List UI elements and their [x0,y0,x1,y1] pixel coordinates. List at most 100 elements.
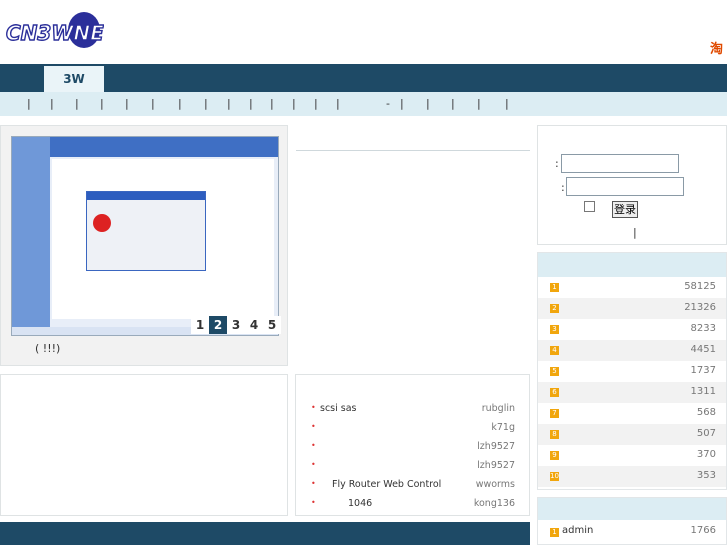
bullet-icon: • [311,498,316,507]
rank-value: 4451 [690,344,716,355]
bullet-icon: • [311,422,316,431]
subnav-separator: | [27,97,31,110]
login-links-divider: | [633,226,637,239]
subnav-separator: | [100,97,104,110]
ranking-row[interactable]: 10 353 [538,466,726,487]
post-item[interactable]: • lzh9527 [296,437,529,456]
ranking-row[interactable]: 3 8233 [538,319,726,340]
member-ranking-panel: 1 admin 1766 [537,497,727,545]
remember-checkbox[interactable] [584,201,595,212]
subnav-separator: | [50,97,54,110]
latest-posts-panel: • scsi sas rubglin • k71g • lzh9527 • lzh9527… [295,374,530,516]
post-title[interactable]: 1046 [348,498,372,509]
subnav-separator: | [270,97,274,110]
member-ranking-row[interactable]: 1 admin 1766 [538,520,726,544]
ranking-row[interactable]: 8 507 [538,424,726,445]
rank-value: 507 [696,428,716,439]
rank-value: 1311 [690,386,716,397]
rank-badge: 2 [550,304,559,313]
username-label: : [555,157,559,170]
tab-3w[interactable]: 3W [44,66,104,92]
slide-page-2[interactable]: 2 [209,316,227,334]
post-item[interactable]: • lzh9527 [296,456,529,475]
rank-value: 21326 [684,302,716,313]
member-ranking-header [538,498,726,520]
rank-badge: 4 [550,346,559,355]
subnav-separator: | [292,97,296,110]
rank-badge: 5 [550,367,559,376]
ranking-row[interactable]: 2 21326 [538,298,726,319]
subnav-separator: | [336,97,340,110]
ranking-panel: 1 58125 2 21326 3 8233 4 4451 5 1737 6 1311 7 5… [537,252,727,490]
slide-page-1[interactable]: 1 [191,316,209,334]
subnav-separator: | [400,97,404,110]
rank-value: 353 [696,470,716,481]
subnav-separator: | [151,97,155,110]
rank-badge: 9 [550,451,559,460]
subnav-separator: | [178,97,182,110]
rank-badge: 3 [550,325,559,334]
post-author[interactable]: rubglin [482,403,515,414]
subnav-separator: | [505,97,509,110]
post-author[interactable]: lzh9527 [477,460,515,471]
rank-value: 370 [696,449,716,460]
subnav-separator: - [386,97,390,110]
rank-value: 8233 [690,323,716,334]
subnav-separator: | [451,97,455,110]
bullet-icon: • [311,403,316,412]
section-header-bar [0,522,530,545]
ranking-row[interactable]: 4 4451 [538,340,726,361]
subnav-separator: | [249,97,253,110]
post-item[interactable]: • 1046 kong136 [296,494,529,513]
member-name[interactable]: admin [562,525,593,536]
post-author[interactable]: kong136 [474,498,515,509]
sub-nav: | | | | | | | | | | | | | | - | | | | | [0,92,727,116]
login-button[interactable]: 登录 [612,201,638,218]
bullet-icon: • [311,460,316,469]
featured-slideshow: 1 2 3 4 5 ( !!!) [0,125,288,366]
subnav-separator: | [227,97,231,110]
slide-image[interactable] [11,136,279,336]
subnav-separator: | [477,97,481,110]
ranking-header [538,253,726,277]
slide-page-5[interactable]: 5 [263,316,281,334]
rank-badge: 8 [550,430,559,439]
rank-value: 1737 [690,365,716,376]
post-title[interactable]: Fly Router Web Control [332,479,441,490]
slide-side-panel [12,137,50,327]
ranking-row[interactable]: 5 1737 [538,361,726,382]
site-logo[interactable]: CN3WNE [4,10,104,54]
left-content-panel [0,374,288,516]
post-author[interactable]: wworms [476,479,515,490]
password-input[interactable] [566,177,684,196]
middle-divider [296,150,530,151]
rank-badge: 1 [550,528,559,537]
post-item[interactable]: • k71g [296,418,529,437]
post-author[interactable]: k71g [491,422,515,433]
post-author[interactable]: lzh9527 [477,441,515,452]
username-input[interactable] [561,154,679,173]
rank-badge: 10 [550,472,559,481]
rank-badge: 7 [550,409,559,418]
logo-text: CN3WNE [6,21,104,45]
ranking-row[interactable]: 9 370 [538,445,726,466]
ranking-row[interactable]: 7 568 [538,403,726,424]
slide-page-3[interactable]: 3 [227,316,245,334]
rank-value: 568 [696,407,716,418]
bullet-icon: • [311,479,316,488]
ranking-row[interactable]: 1 58125 [538,277,726,298]
brand-logo-icon [93,214,111,232]
taobao-link[interactable]: 淘 [710,38,723,57]
subnav-separator: | [314,97,318,110]
slide-page-4[interactable]: 4 [245,316,263,334]
subnav-separator: | [426,97,430,110]
rank-value: 58125 [684,281,716,292]
slide-caption[interactable]: ( !!!) [35,342,60,355]
password-label: : [561,181,565,194]
post-title[interactable]: scsi sas [320,403,357,414]
ranking-row[interactable]: 6 1311 [538,382,726,403]
post-item[interactable]: • scsi sas rubglin [296,399,529,418]
subnav-separator: | [125,97,129,110]
post-item[interactable]: • Fly Router Web Control wworms [296,475,529,494]
main-nav: 3W [0,64,727,92]
